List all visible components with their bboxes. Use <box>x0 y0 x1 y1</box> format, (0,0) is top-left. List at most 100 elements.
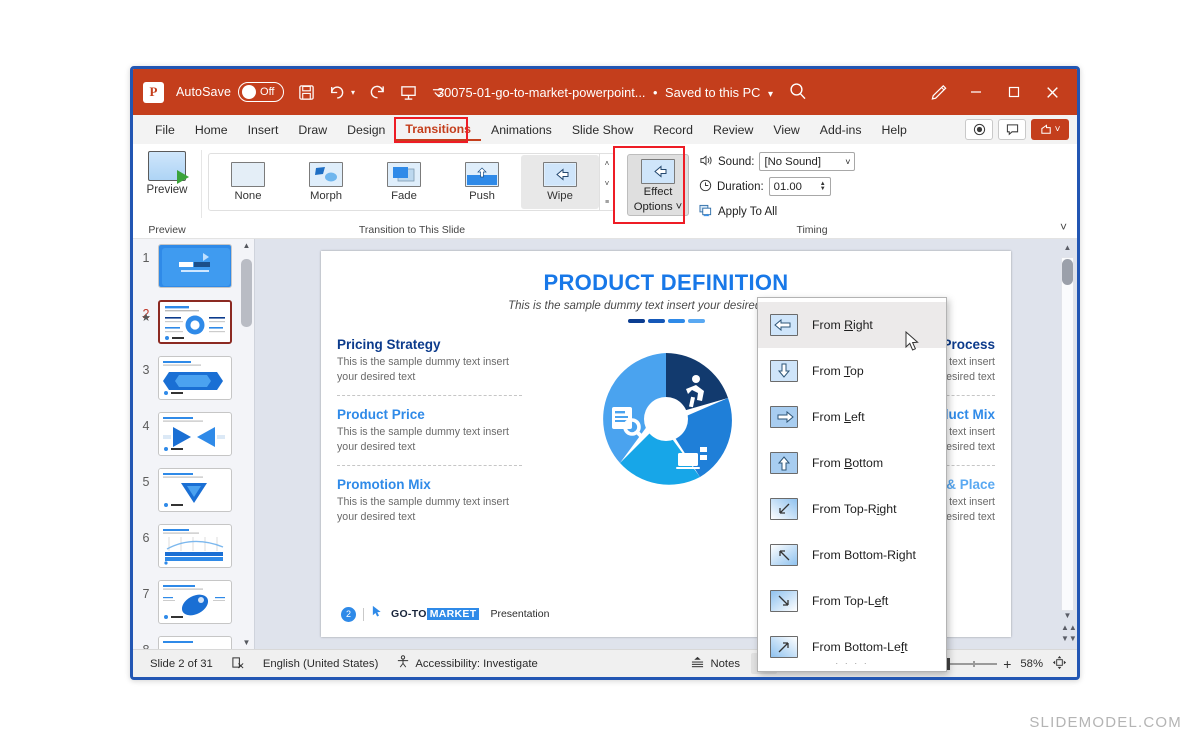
gallery-scroll-down-icon[interactable]: ˅ <box>605 179 610 188</box>
duration-spin-arrows-icon[interactable]: ▲▼ <box>820 182 826 192</box>
transition-fade[interactable]: Fade <box>365 162 443 202</box>
start-presentation-icon[interactable] <box>400 84 417 101</box>
save-icon[interactable] <box>298 84 315 101</box>
tab-transitions[interactable]: Transitions <box>395 119 481 141</box>
menu-item-from-bottom[interactable]: From Bottom <box>758 440 946 486</box>
tab-design[interactable]: Design <box>337 120 395 140</box>
autosave-toggle[interactable]: Off <box>238 82 284 102</box>
thumbnail-slide-1[interactable]: 1 <box>133 239 254 295</box>
menu-overflow-dots[interactable]: · · · · <box>758 658 946 668</box>
slide-editing-pane[interactable]: PRODUCT DEFINITION This is the sample du… <box>255 239 1077 649</box>
thumbnail-slide-2[interactable]: 2 ★ <box>133 295 254 351</box>
menu-item-from-top-left[interactable]: From Top-Left <box>758 578 946 624</box>
menu-item-from-top-right[interactable]: From Top-Right <box>758 486 946 532</box>
tab-home[interactable]: Home <box>185 120 238 140</box>
thumbnail-slide-3[interactable]: 3 <box>133 351 254 407</box>
menu-label-pre: From <box>812 364 844 378</box>
minimize-button[interactable] <box>957 72 995 112</box>
tab-slide-show[interactable]: Slide Show <box>562 120 644 140</box>
slide-scroll-track[interactable] <box>1061 257 1074 611</box>
arrow-up-icon <box>770 452 798 474</box>
slide-scrollbar-thumb[interactable] <box>1062 259 1073 285</box>
title-separator: • <box>653 85 657 100</box>
save-state-label[interactable]: Saved to this PC <box>665 85 760 100</box>
thumbnail-slide-5[interactable]: 5 <box>133 463 254 519</box>
tab-review[interactable]: Review <box>703 120 763 140</box>
thumbnail-slide-7[interactable]: 7 <box>133 575 254 631</box>
share-button[interactable]: ˅ <box>1031 119 1069 140</box>
transition-none[interactable]: None <box>209 162 287 202</box>
slide-item-promotion-mix[interactable]: Promotion Mix This is the sample dummy t… <box>337 477 522 524</box>
tab-record[interactable]: Record <box>643 120 703 140</box>
item-heading: Product Price <box>337 407 522 422</box>
tab-file[interactable]: File <box>145 120 185 140</box>
redo-icon[interactable] <box>369 84 386 101</box>
slide-counter[interactable]: Slide 2 of 31 <box>141 658 222 670</box>
slide-pane-scrollbar[interactable]: ▲ ▼ ▲▲ ▼▼ <box>1061 243 1074 645</box>
record-button[interactable] <box>965 119 993 140</box>
language-label: English (United States) <box>263 658 379 670</box>
ribbon-group-transitions: None Morph Fade <box>202 144 689 238</box>
effect-options-caret-icon: ˅ <box>676 201 683 213</box>
transition-star-icon[interactable]: ★ <box>137 311 155 324</box>
effect-options-label-line2: Options <box>634 201 673 213</box>
tab-draw[interactable]: Draw <box>288 120 337 140</box>
slide-item-pricing-strategy[interactable]: Pricing Strategy This is the sample dumm… <box>337 337 522 384</box>
slide-scroll-down-icon[interactable]: ▼ <box>1061 611 1074 621</box>
maximize-button[interactable] <box>995 72 1033 112</box>
menu-item-from-left[interactable]: From Left <box>758 394 946 440</box>
ribbon-group-timing: Sound: [No Sound] ˅ Duration: 01.00 <box>689 144 1077 238</box>
transition-push[interactable]: Push <box>443 162 521 202</box>
slide-footer-number: 2 <box>341 607 356 622</box>
spellcheck-button[interactable] <box>222 656 254 672</box>
gallery-more-icon[interactable]: ≡ <box>605 199 609 206</box>
item-body: This is the sample dummy text insert you… <box>337 495 522 524</box>
undo-icon[interactable]: ▾ <box>329 84 355 101</box>
pen-icon[interactable] <box>919 72 957 112</box>
notes-button[interactable]: Notes <box>681 656 749 672</box>
menu-item-from-bottom-right[interactable]: From Bottom-Right <box>758 532 946 578</box>
tab-animations[interactable]: Animations <box>481 120 562 140</box>
accessibility-button[interactable]: Accessibility: Investigate <box>387 655 546 672</box>
tab-add-ins[interactable]: Add-ins <box>810 120 872 140</box>
sound-dropdown[interactable]: [No Sound] ˅ <box>759 152 855 171</box>
tab-help[interactable]: Help <box>872 120 917 140</box>
save-state-caret-icon[interactable]: ▾ <box>768 89 773 100</box>
powerpoint-logo-icon: P <box>143 82 164 103</box>
transition-morph-icon <box>309 162 343 187</box>
document-title[interactable]: 30075-01-go-to-market-powerpoint... <box>437 85 645 100</box>
thumbnail-slide-4[interactable]: 4 <box>133 407 254 463</box>
thumbnail-slide-8[interactable]: 8 <box>133 631 254 649</box>
zoom-in-button[interactable]: + <box>1003 656 1011 672</box>
comments-button[interactable] <box>998 119 1026 140</box>
transition-wipe[interactable]: Wipe <box>521 155 599 209</box>
fit-slide-icon[interactable] <box>1052 655 1067 673</box>
language-button[interactable]: English (United States) <box>254 658 388 670</box>
search-icon[interactable] <box>788 81 808 106</box>
duration-spinner[interactable]: 01.00 ▲▼ <box>769 177 831 196</box>
apply-to-all-button[interactable]: Apply To All <box>699 202 1077 221</box>
preview-button[interactable]: Preview <box>147 151 188 196</box>
thumbnail-scrollbar[interactable]: ▲ ▼ <box>241 241 252 647</box>
slide-item-product-price[interactable]: Product Price This is the sample dummy t… <box>337 407 522 454</box>
effect-options-button[interactable]: Effect Options˅ <box>627 154 689 216</box>
thumbnail-scroll-up-icon[interactable]: ▲ <box>241 241 252 250</box>
slide-scroll-up-icon[interactable]: ▲ <box>1061 243 1074 253</box>
close-button[interactable] <box>1033 72 1071 112</box>
thumbnail-slide-6[interactable]: 6 <box>133 519 254 575</box>
slide-title[interactable]: PRODUCT DEFINITION <box>321 270 1011 296</box>
transition-morph[interactable]: Morph <box>287 162 365 202</box>
thumbnail-scroll-down-icon[interactable]: ▼ <box>241 638 252 647</box>
thumbnail-image <box>158 412 232 456</box>
gallery-scroll-up-icon[interactable]: ˄ <box>605 159 610 168</box>
slide-thumbnail-pane[interactable]: 1 2 ★ 3 <box>133 239 255 649</box>
next-slide-icon[interactable]: ▼▼ <box>1061 634 1074 644</box>
zoom-tick <box>973 661 975 667</box>
tab-insert[interactable]: Insert <box>238 120 289 140</box>
tab-view[interactable]: View <box>763 120 809 140</box>
thumbnail-scrollbar-thumb[interactable] <box>241 259 252 327</box>
arrow-down-icon <box>770 360 798 382</box>
collapse-ribbon-icon[interactable]: ˅ <box>1060 220 1067 234</box>
previous-slide-icon[interactable]: ▲▲ <box>1061 623 1074 633</box>
arrow-up-left-icon <box>770 544 798 566</box>
